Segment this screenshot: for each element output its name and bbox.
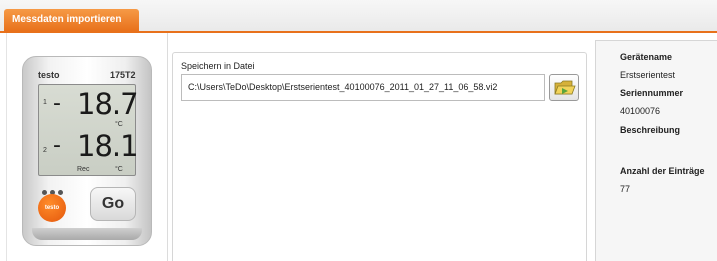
reading-2: 18.1 [77, 129, 139, 163]
unit-1: °C [115, 121, 123, 128]
channel-2-label: 2 [43, 147, 47, 154]
indicator-dots [42, 182, 82, 195]
save-file-label: Speichern in Datei [181, 61, 255, 71]
device-image: testo 175T2 1 - 18.7 °C 2 - 18.1 Rec °C … [22, 56, 152, 246]
unit-2: °C [115, 166, 123, 173]
device-brand: testo [38, 70, 60, 80]
device-model: 175T2 [110, 70, 136, 80]
testo-logo-icon: testo [38, 194, 66, 222]
description-label: Beschreibung [620, 125, 681, 135]
save-file-panel: Speichern in Datei C:\Users\TeDo\Desktop… [172, 52, 587, 261]
device-display: 1 - 18.7 °C 2 - 18.1 Rec °C [38, 84, 139, 176]
folder-icon [554, 80, 576, 95]
device-go-button: Go [90, 187, 136, 221]
device-name-value: Erstserientest [620, 70, 676, 80]
reading-1: 18.7 [77, 87, 139, 121]
device-info-panel: Gerätename Erstserientest Seriennummer 4… [595, 40, 717, 261]
device-name-label: Gerätename [620, 52, 673, 62]
device-foot [32, 228, 142, 240]
display-dash-1: - [53, 91, 61, 116]
indicator-dot [58, 190, 63, 195]
entries-count-value: 77 [620, 184, 631, 194]
tab-messdaten-importieren[interactable]: Messdaten importieren [4, 9, 139, 31]
rec-label: Rec [77, 166, 90, 173]
tab-bar: Messdaten importieren [0, 0, 717, 33]
channel-1-label: 1 [43, 99, 47, 106]
entries-count-label: Anzahl der Einträge [620, 166, 705, 176]
browse-folder-button[interactable] [549, 74, 579, 101]
display-dash-2: - [53, 133, 61, 158]
serial-number-label: Seriennummer [620, 88, 684, 98]
serial-number-value: 40100076 [620, 106, 661, 116]
file-path-input[interactable]: C:\Users\TeDo\Desktop\Erstserientest_401… [181, 74, 545, 101]
